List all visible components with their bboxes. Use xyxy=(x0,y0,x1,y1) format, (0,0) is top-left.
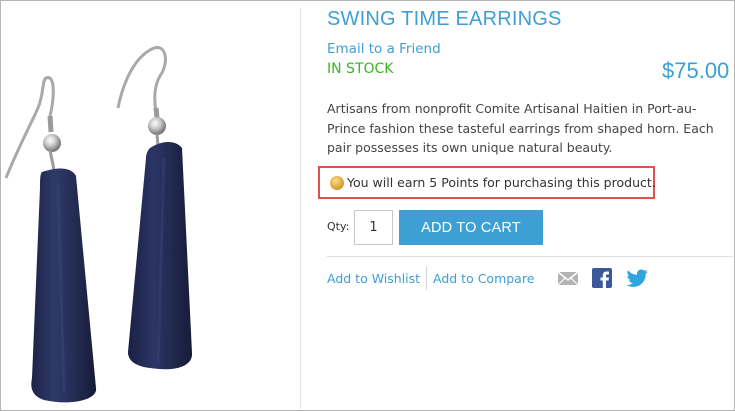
product-description: Artisans from nonprofit Comite Artisanal… xyxy=(327,101,714,155)
add-to-wishlist-link[interactable]: Add to Wishlist xyxy=(327,271,420,286)
left-earring xyxy=(4,76,97,403)
link-separator xyxy=(426,267,427,290)
reward-points-message: You will earn 5 Points for purchasing th… xyxy=(347,175,656,190)
twitter-icon[interactable] xyxy=(625,267,649,293)
product-image[interactable] xyxy=(0,8,301,409)
product-price: $75.00 xyxy=(662,58,730,83)
qty-label: Qty: xyxy=(327,220,350,233)
qty-input[interactable] xyxy=(354,210,393,245)
reward-points-notice: You will earn 5 Points for purchasing th… xyxy=(318,166,656,199)
coin-icon xyxy=(330,176,344,190)
earrings-image xyxy=(4,46,193,403)
divider xyxy=(327,256,733,257)
email-to-friend-link[interactable]: Email to a Friend xyxy=(327,41,441,57)
email-icon[interactable] xyxy=(557,267,579,293)
add-to-cart-button[interactable]: ADD TO CART xyxy=(399,210,543,245)
right-earring xyxy=(116,46,193,370)
add-to-compare-link[interactable]: Add to Compare xyxy=(433,271,534,286)
product-title: SWING TIME EARRINGS xyxy=(327,8,562,30)
stock-status: IN STOCK xyxy=(327,61,394,77)
facebook-icon[interactable] xyxy=(591,267,613,293)
